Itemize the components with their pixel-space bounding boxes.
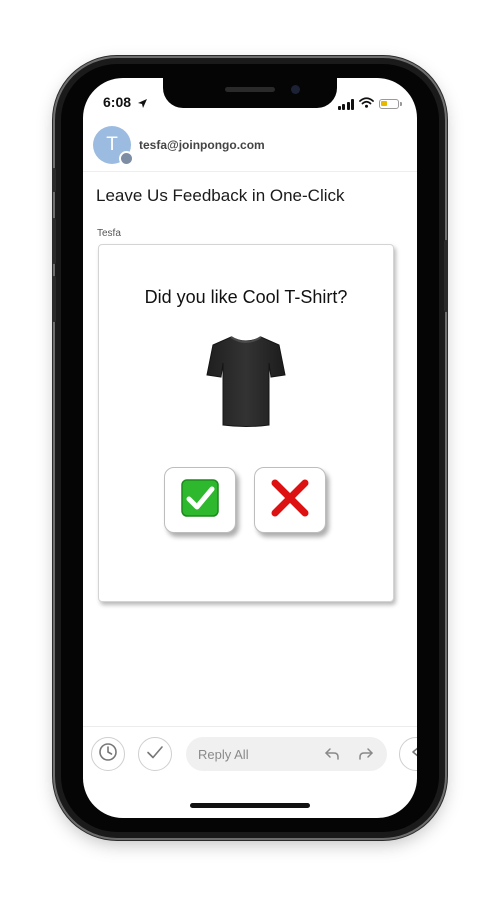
no-button[interactable] <box>254 467 326 533</box>
location-arrow-icon <box>137 96 148 114</box>
wifi-icon <box>359 95 374 113</box>
side-button-volume-up <box>52 218 56 264</box>
clock-icon <box>98 742 118 767</box>
reply-icon[interactable] <box>319 741 345 767</box>
reply-all-field[interactable]: Reply All <box>186 737 387 771</box>
earpiece-speaker <box>225 87 275 92</box>
header-divider <box>83 171 417 172</box>
feedback-card: Did you like Cool T-Shirt? <box>98 244 394 602</box>
bottom-toolbar: Reply All <box>83 726 417 779</box>
avatar[interactable]: T <box>93 126 134 166</box>
side-button-volume-down <box>52 276 56 322</box>
more-icon <box>409 745 417 764</box>
signal-icon <box>337 98 354 110</box>
forward-icon[interactable] <box>353 741 379 767</box>
avatar-initial: T <box>106 134 118 155</box>
green-check-mark-icon <box>181 478 219 522</box>
from-name: Tesfa <box>97 228 121 239</box>
yes-button[interactable] <box>164 467 236 533</box>
phone-screen: 6:08 T tesfa@joinpongo.com Leave Us Feed <box>83 78 417 818</box>
snooze-button[interactable] <box>91 737 125 771</box>
status-time: 6:08 <box>103 94 132 110</box>
side-button-mute <box>52 168 56 192</box>
avatar-badge-icon <box>119 151 134 166</box>
notch <box>163 78 337 108</box>
checkmark-icon <box>145 742 165 767</box>
home-indicator[interactable] <box>190 803 310 808</box>
reply-all-label: Reply All <box>198 746 249 762</box>
more-actions-button[interactable] <box>399 737 417 771</box>
email-subject: Leave Us Feedback in One-Click <box>96 186 345 205</box>
tshirt-image <box>205 331 287 436</box>
red-cross-mark-icon <box>270 478 310 523</box>
sender-row[interactable]: T tesfa@joinpongo.com <box>93 126 265 166</box>
status-icons <box>337 95 402 113</box>
sender-email: tesfa@joinpongo.com <box>139 138 265 152</box>
done-button[interactable] <box>138 737 172 771</box>
feedback-question: Did you like Cool T-Shirt? <box>144 287 348 307</box>
battery-icon <box>379 99 402 109</box>
side-button-power <box>444 240 448 312</box>
front-camera <box>291 85 300 94</box>
